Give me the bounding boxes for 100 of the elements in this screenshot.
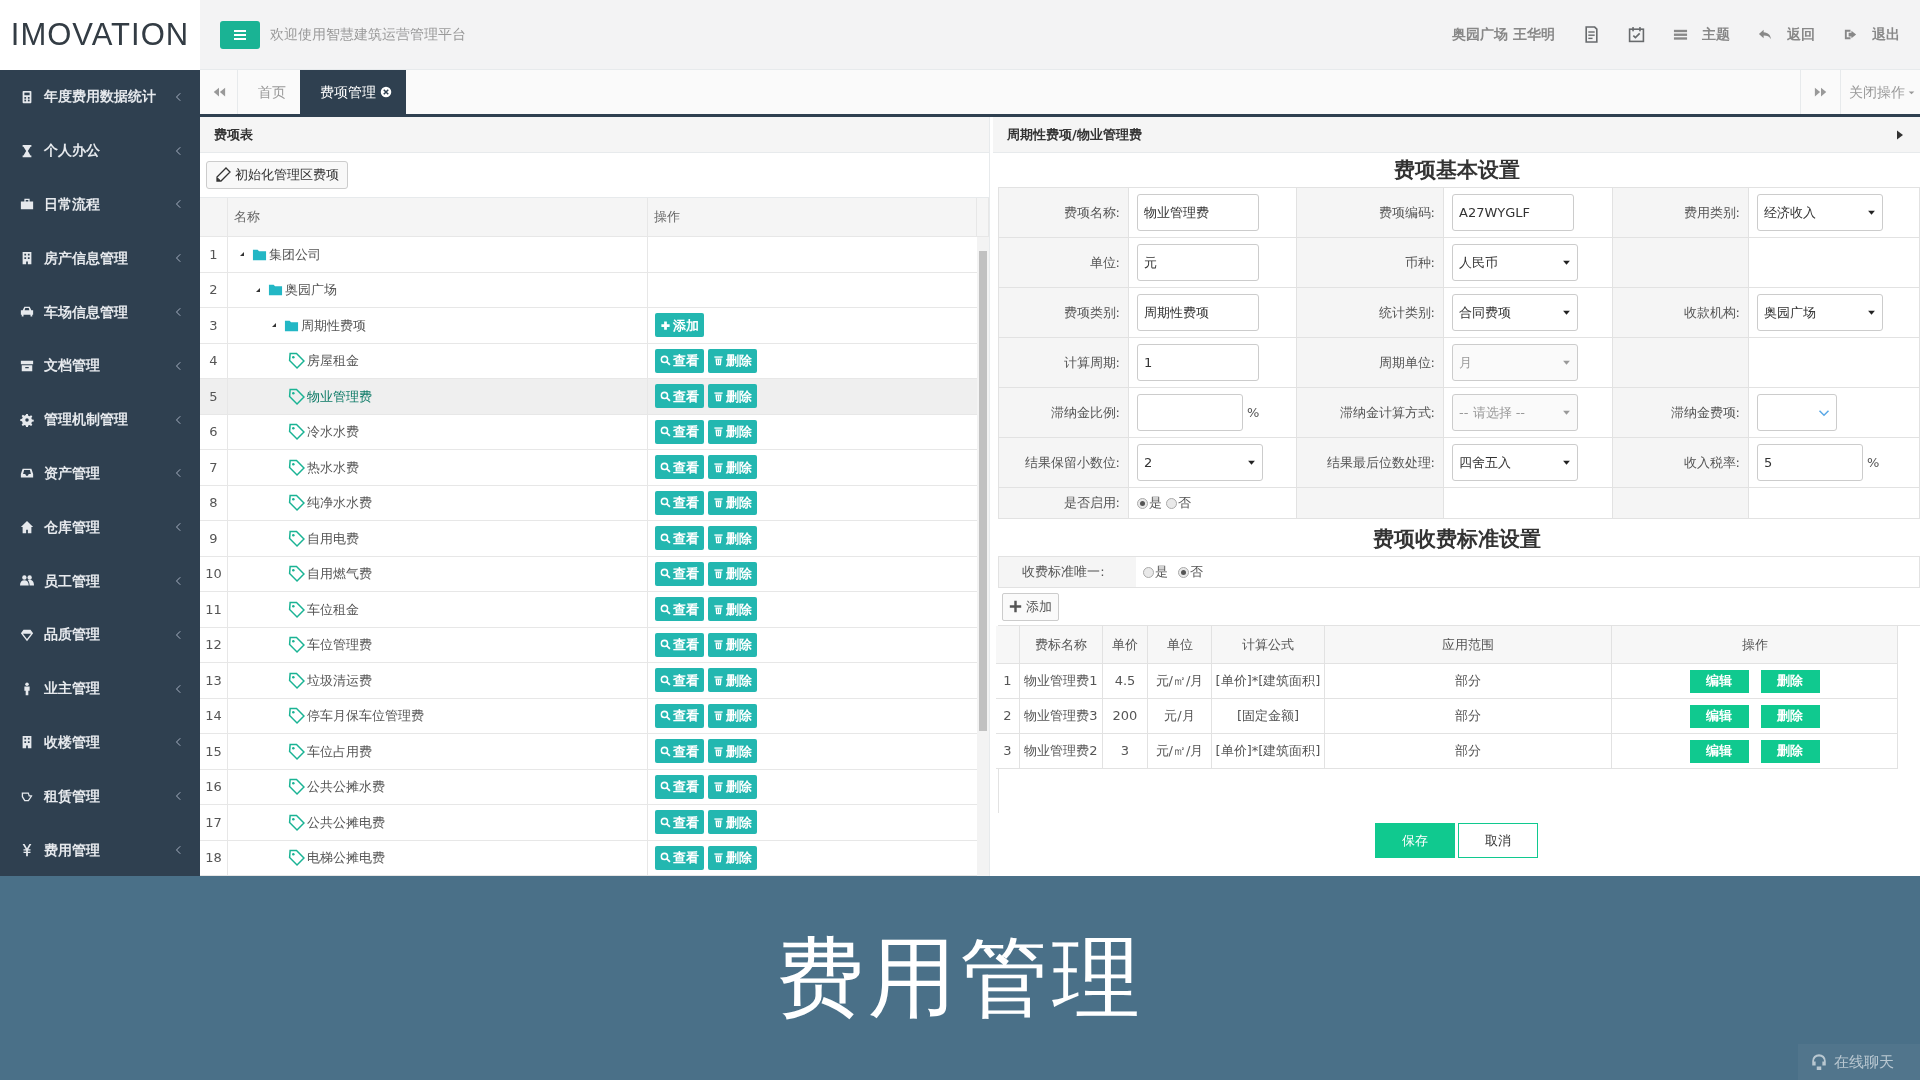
tag-icon [288, 778, 305, 796]
tree-node[interactable]: 奥园广场 [228, 272, 648, 308]
tree-node[interactable]: 停车月保车位管理费 [228, 698, 648, 734]
sidebar-item[interactable]: 费用管理 [0, 823, 200, 877]
tree-node[interactable]: 自用电费 [228, 521, 648, 557]
sidebar-item[interactable]: 品质管理 [0, 607, 200, 662]
row-number: 11 [200, 592, 228, 628]
field-label: 滞纳金费项: [1670, 403, 1740, 422]
init-button[interactable]: 初始化管理区费项 [206, 161, 348, 189]
trash-icon [713, 568, 724, 580]
select-field[interactable]: 合同费项 [1452, 294, 1578, 331]
sidebar-item[interactable]: 收楼管理 [0, 715, 200, 770]
input-field[interactable] [1137, 394, 1243, 431]
input-field[interactable]: 物业管理费 [1137, 194, 1259, 231]
add-button[interactable]: 添加 [1002, 592, 1059, 621]
radio-option[interactable]: 否 [1178, 562, 1203, 582]
input-field[interactable]: 5 [1757, 444, 1863, 481]
column-header: 操作 [648, 198, 977, 237]
select-field[interactable]: 奥园广场 [1757, 294, 1883, 331]
sidebar-item[interactable]: 管理机制管理 [0, 392, 200, 447]
tree-node[interactable]: 车位管理费 [228, 627, 648, 663]
search-icon [660, 710, 671, 722]
caret-icon [1562, 458, 1571, 467]
sidebar-item[interactable]: 日常流程 [0, 177, 200, 232]
select-field[interactable]: 人民币 [1452, 244, 1578, 281]
double-right-icon [1813, 85, 1828, 99]
tree-node[interactable]: 车位租金 [228, 592, 648, 628]
tree-node[interactable]: 车位占用费 [228, 734, 648, 770]
sidebar-item[interactable]: 房产信息管理 [0, 231, 200, 286]
chevron-icon [174, 91, 184, 102]
radio-option[interactable]: 否 [1166, 493, 1191, 513]
chevron-icon [174, 253, 184, 264]
input-field[interactable]: A27WYGLF [1452, 194, 1574, 231]
caret-icon [1562, 408, 1571, 417]
column-header: 费标名称 [1020, 626, 1103, 664]
table-cell: 部分 [1325, 734, 1612, 769]
close-icon[interactable] [380, 86, 392, 98]
select-field[interactable] [1757, 394, 1837, 431]
column-header: 名称 [228, 198, 648, 237]
tree-node[interactable]: 冷水水费 [228, 414, 648, 450]
radio-option[interactable]: 是 [1137, 493, 1162, 513]
field-label: 收款机构: [1683, 303, 1740, 322]
tree-node[interactable]: 公共公摊电费 [228, 805, 648, 841]
field-label: 费项类别: [1063, 303, 1120, 322]
table-cell: 部分 [1325, 699, 1612, 734]
search-icon [660, 390, 671, 402]
search-icon [660, 781, 671, 793]
row-number: 13 [200, 663, 228, 699]
tree-node[interactable]: 集团公司 [228, 237, 648, 273]
chevron-icon [174, 145, 184, 156]
scrollbar[interactable] [977, 237, 989, 877]
caret-icon [1562, 258, 1571, 267]
caret-icon [1562, 308, 1571, 317]
sidebar-item[interactable]: 文档管理 [0, 339, 200, 393]
field-label: 是否启用: [1063, 494, 1120, 513]
panel-title: 费项表 [214, 125, 253, 144]
sidebar-item[interactable]: 租赁管理 [0, 769, 200, 824]
calendar-icon[interactable] [1628, 26, 1645, 43]
input-field[interactable]: 1 [1137, 344, 1259, 381]
cancel-button[interactable]: 取消 [1458, 823, 1538, 858]
chevron-icon [174, 307, 184, 318]
row-number: 1 [200, 237, 228, 273]
search-icon [660, 603, 671, 615]
search-icon [660, 674, 671, 686]
sidebar-item[interactable]: 资产管理 [0, 446, 200, 501]
sidebar-item[interactable]: 个人办公 [0, 123, 200, 178]
tag-icon [288, 671, 305, 689]
settings-icon [20, 412, 34, 427]
tree-node[interactable]: 公共公摊水费 [228, 769, 648, 805]
field-label: 费用类别: [1683, 203, 1740, 222]
sidebar-item[interactable]: 年度费用数据统计 [0, 70, 200, 124]
sidebar-item[interactable]: 仓库管理 [0, 500, 200, 555]
tree-node[interactable]: 热水水费 [228, 450, 648, 486]
select-field[interactable]: 经济收入 [1757, 194, 1883, 231]
menu-button[interactable] [220, 20, 260, 49]
table-cell: 元/月 [1148, 699, 1212, 734]
tree-node[interactable]: 垃圾清运费 [228, 663, 648, 699]
row-number: 3 [200, 308, 228, 344]
tab[interactable]: 费项管理 [300, 70, 406, 114]
select-field[interactable]: 2 [1137, 444, 1263, 481]
tree-node[interactable]: 物业管理费 [228, 379, 648, 415]
radio-option[interactable]: 是 [1143, 562, 1168, 582]
document-icon[interactable] [1583, 26, 1600, 43]
trash-icon [713, 461, 724, 473]
row-number: 15 [200, 734, 228, 770]
trash-icon [713, 390, 724, 402]
home-icon [20, 520, 34, 535]
tree-node[interactable]: 周期性费项 [228, 308, 648, 344]
tag-icon [288, 636, 305, 654]
tree-node[interactable]: 自用燃气费 [228, 556, 648, 592]
input-field[interactable]: 周期性费项 [1137, 294, 1259, 331]
select-field[interactable]: 四舍五入 [1452, 444, 1578, 481]
trash-icon [713, 852, 724, 864]
sidebar-item[interactable]: 车场信息管理 [0, 285, 200, 339]
plus-icon [1009, 600, 1022, 613]
trash-icon [713, 781, 724, 793]
tree-node[interactable]: 纯净水水费 [228, 485, 648, 521]
input-field[interactable]: 元 [1137, 244, 1259, 281]
sidebar-item[interactable]: 业主管理 [0, 661, 200, 716]
sidebar-item[interactable]: 员工管理 [0, 554, 200, 608]
